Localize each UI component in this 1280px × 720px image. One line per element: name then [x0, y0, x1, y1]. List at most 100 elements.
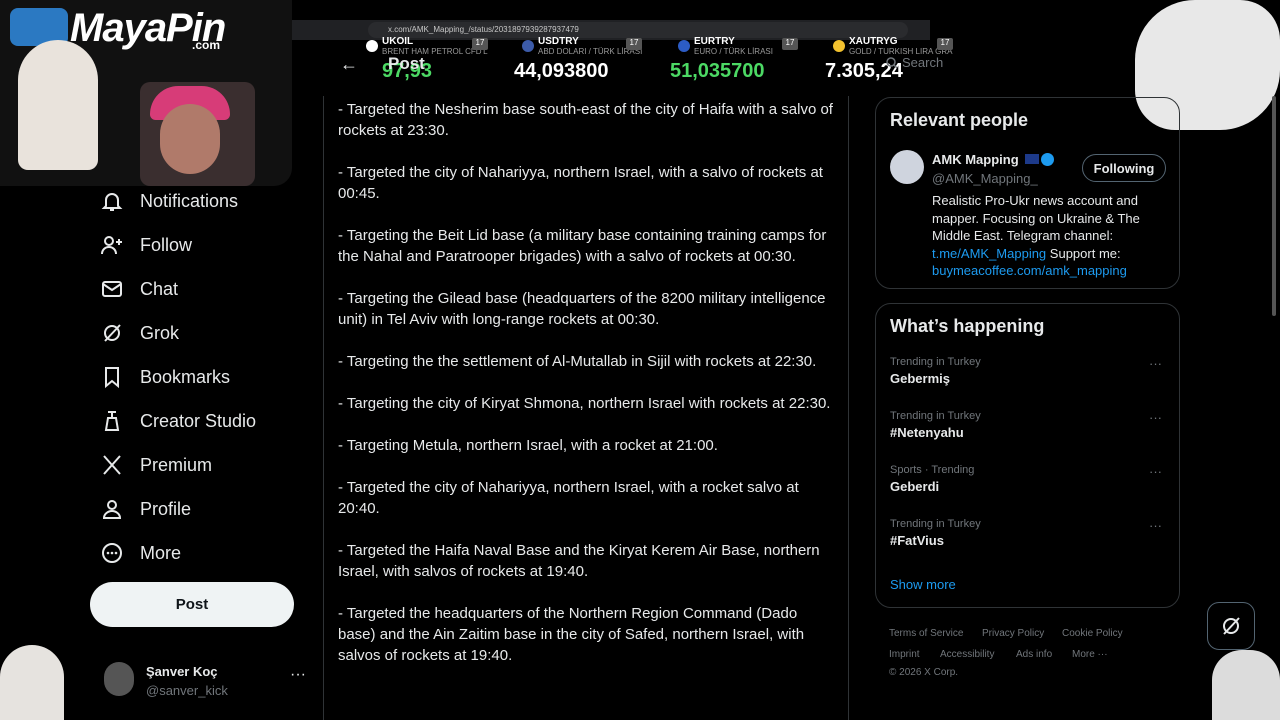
webcam-face: [160, 104, 220, 174]
verified-badge-icon: [1041, 153, 1054, 166]
more-options-icon[interactable]: ···: [290, 666, 306, 684]
trend-name: Gebermiş: [890, 371, 950, 386]
bio-text: Support me:: [1049, 245, 1121, 261]
cat-image: [0, 645, 64, 720]
trend-name: Geberdi: [890, 479, 940, 494]
tradingview-icon: 17: [782, 38, 798, 50]
nav-grok[interactable]: Grok: [100, 318, 179, 348]
nav-label: Chat: [140, 278, 179, 299]
more-options-icon[interactable]: ···: [1149, 356, 1162, 371]
card-title: Relevant people: [890, 110, 1029, 130]
page-title: Post: [388, 54, 425, 73]
grok-icon: [104, 324, 121, 342]
person-icon: [102, 500, 122, 519]
nz-flag-icon: [1025, 154, 1039, 164]
stream-overlay: MayaPin .com: [0, 0, 292, 186]
mail-icon: [102, 281, 122, 297]
footer-link[interactable]: Privacy Policy: [982, 628, 1044, 639]
profile-handle: @AMK_Mapping_: [932, 171, 1038, 186]
trend-item[interactable]: Trending in Turkey #Netenyahu ···: [890, 410, 1170, 450]
oil-drop-icon: [366, 40, 378, 52]
add-user-icon: [101, 236, 122, 255]
card-title: What’s happening: [890, 316, 1045, 336]
grok-icon: [1223, 617, 1240, 635]
footer-link[interactable]: Imprint: [889, 649, 920, 660]
nav-premium[interactable]: Premium: [100, 450, 212, 480]
trend-context: Trending in Turkey: [890, 518, 981, 530]
footer-link[interactable]: Ads info: [1016, 649, 1052, 660]
nav-label: Notifications: [140, 190, 239, 211]
scrollbar[interactable]: [1272, 96, 1276, 316]
trend-item[interactable]: Sports · Trending Geberdi ···: [890, 464, 1170, 504]
trend-context: Sports · Trending: [890, 464, 975, 476]
tradingview-icon: 17: [626, 38, 642, 50]
trend-context: Trending in Turkey: [890, 356, 981, 368]
avatar[interactable]: [890, 150, 924, 184]
ticker-code: EURTRY: [694, 36, 735, 47]
nav-label: Grok: [140, 322, 180, 343]
column-divider: [848, 96, 849, 720]
gold-icon: [833, 40, 845, 52]
back-arrow-icon[interactable]: ←: [340, 54, 358, 75]
footer-link[interactable]: Cookie Policy: [1062, 628, 1123, 639]
grok-button[interactable]: [1207, 602, 1255, 650]
nav-bookmarks[interactable]: Bookmarks: [100, 362, 230, 392]
footer-link[interactable]: Accessibility: [940, 649, 994, 660]
buymeacoffee-link[interactable]: buymeacoffee.com/amk_mapping: [932, 263, 1127, 278]
post-paragraph: - Targeted the city of Nahariyya, northe…: [338, 479, 799, 517]
more-options-icon[interactable]: ···: [1149, 464, 1162, 479]
post-paragraph: - Targeted the Haifa Naval Base and the …: [338, 542, 820, 580]
profile-bio: Realistic Pro-Ukr news account and mappe…: [932, 192, 1162, 280]
account-switcher[interactable]: Şanver Koç @sanver_kick ···: [104, 660, 314, 704]
nav-creator-studio[interactable]: Creator Studio: [100, 406, 256, 436]
x-logo-icon: [103, 455, 121, 475]
nav-more[interactable]: More: [100, 538, 181, 568]
post-paragraph: - Targeted the headquarters of the North…: [338, 605, 805, 664]
post-paragraph: - Targeted the Nesherim base south-east …: [338, 101, 833, 139]
nav-label: Premium: [140, 454, 213, 475]
cat-image: [18, 40, 98, 170]
whats-happening-card: What’s happening Trending in Turkey Gebe…: [875, 303, 1180, 608]
profile-name[interactable]: AMK Mapping: [932, 152, 1019, 167]
trend-context: Trending in Turkey: [890, 410, 981, 422]
creator-studio-icon: [104, 411, 120, 431]
cat-image: [1212, 650, 1280, 720]
nav-label: Follow: [140, 234, 193, 255]
trend-item[interactable]: Trending in Turkey Gebermiş ···: [890, 356, 1170, 396]
trend-name: #FatVius: [890, 533, 944, 548]
brand-suffix: .com: [192, 38, 221, 52]
tradingview-icon: 17: [937, 38, 953, 50]
post-paragraph: - Targeting the city of Kiryat Shmona, n…: [338, 395, 831, 412]
search-icon: [886, 57, 898, 69]
ticker-subtitle: EURO / TÜRK LİRASI: [694, 47, 773, 56]
nav-follow[interactable]: Follow: [100, 230, 192, 260]
more-options-icon[interactable]: ···: [1149, 410, 1162, 425]
post-button[interactable]: Post: [90, 582, 294, 627]
eu-flag-icon: [678, 40, 690, 52]
relevant-people-card: Relevant people AMK Mapping @AMK_Mapping…: [875, 97, 1180, 289]
post-paragraph: - Targeting the the settlement of Al-Mut…: [338, 353, 817, 370]
show-more-link[interactable]: Show more: [890, 577, 956, 592]
copyright: © 2026 X Corp.: [889, 667, 959, 678]
more-options-icon[interactable]: ···: [1149, 518, 1162, 533]
tradingview-icon: 17: [472, 38, 488, 50]
nav-label: Profile: [140, 498, 192, 519]
column-divider: [323, 96, 324, 720]
nav-label: Bookmarks: [140, 366, 231, 387]
us-flag-icon: [522, 40, 534, 52]
nav-chat[interactable]: Chat: [100, 274, 178, 304]
nav-label: More: [140, 542, 182, 563]
telegram-link[interactable]: t.me/AMK_Mapping: [932, 246, 1046, 261]
ticker-item: EURTRY EURO / TÜRK LİRASI 51,035700 17: [670, 36, 798, 92]
following-button[interactable]: Following: [1082, 154, 1166, 182]
footer-link[interactable]: Terms of Service: [889, 628, 963, 639]
bell-icon: [101, 193, 123, 211]
nav-notifications[interactable]: Notifications: [100, 186, 238, 216]
footer-link[interactable]: More ···: [1072, 649, 1108, 660]
trend-item[interactable]: Trending in Turkey #FatVius ···: [890, 518, 1170, 558]
nav-profile[interactable]: Profile: [100, 494, 191, 524]
ticker-value: 44,093800: [514, 60, 609, 82]
search-input[interactable]: Search: [902, 55, 943, 70]
account-handle: @sanver_kick: [146, 683, 228, 698]
account-name: Şanver Koç: [146, 664, 218, 679]
